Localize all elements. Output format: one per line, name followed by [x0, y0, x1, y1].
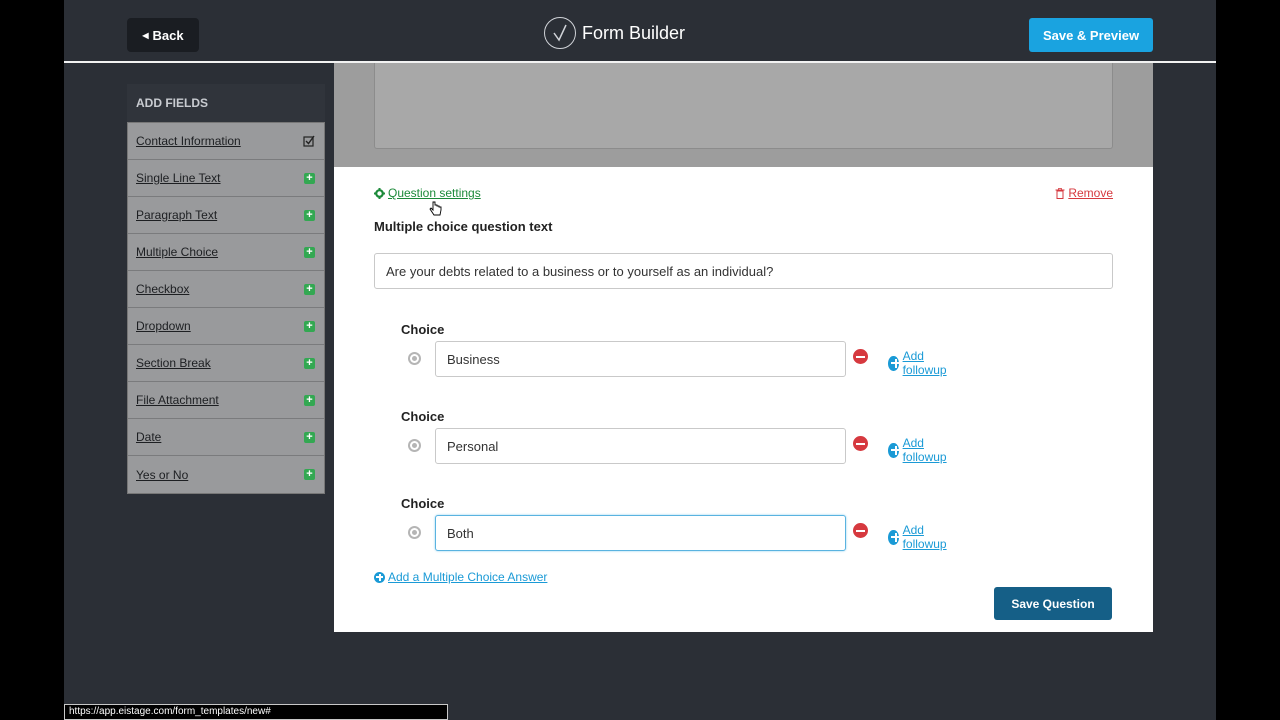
add-followup-link[interactable]: Add followup [888, 436, 951, 464]
sidebar-item-single-line-text[interactable]: Single Line Text + [128, 160, 324, 197]
sidebar-item-label: File Attachment [136, 393, 219, 407]
sidebar-item-checkbox[interactable]: Checkbox + [128, 271, 324, 308]
remove-label: Remove [1068, 186, 1113, 200]
choice-block: Choice Add followup [401, 409, 947, 464]
add-answer-label: Add a Multiple Choice Answer [388, 570, 548, 584]
question-settings-link[interactable]: Question settings [374, 186, 481, 200]
top-header: ◀ Back Form Builder Save & Preview [64, 0, 1216, 63]
title-area: Form Builder [544, 16, 685, 50]
sidebar-item-dropdown[interactable]: Dropdown + [128, 308, 324, 345]
app-window: ◀ Back Form Builder Save & Preview ADD F… [64, 0, 1216, 720]
trash-icon [1055, 187, 1065, 199]
field-list: Contact Information Single Line Text + P… [127, 122, 325, 494]
choice-block: Choice Add followup [401, 322, 947, 377]
sidebar-item-label: Dropdown [136, 319, 191, 333]
plus-icon: + [304, 209, 315, 221]
plus-icon: + [304, 469, 315, 480]
sidebar-item-label: Single Line Text [136, 171, 221, 185]
remove-choice-icon[interactable] [853, 436, 868, 451]
sidebar-heading: ADD FIELDS [127, 84, 325, 122]
add-followup-link[interactable]: Add followup [888, 523, 951, 551]
radio-icon [408, 352, 421, 365]
radio-icon [408, 526, 421, 539]
sidebar-item-contact-information[interactable]: Contact Information [128, 123, 324, 160]
sidebar-item-label: Paragraph Text [136, 208, 218, 222]
remove-choice-icon[interactable] [853, 523, 868, 538]
question-settings-label: Question settings [388, 186, 481, 200]
gear-icon [374, 187, 385, 199]
sidebar-item-label: Section Break [136, 356, 211, 370]
choice-input[interactable] [435, 341, 846, 377]
plus-icon: + [304, 431, 315, 443]
sidebar-item-yes-or-no[interactable]: Yes or No + [128, 456, 324, 493]
sidebar-item-multiple-choice[interactable]: Multiple Choice + [128, 234, 324, 271]
plus-icon: + [304, 246, 315, 258]
previous-field-preview [334, 63, 1153, 167]
choice-row: Add followup [401, 341, 947, 377]
plus-icon: + [304, 283, 315, 295]
caret-left-icon: ◀ [142, 30, 149, 40]
choice-input[interactable] [435, 428, 846, 464]
question-text-label: Multiple choice question text [374, 219, 553, 234]
question-text-input[interactable] [374, 253, 1113, 289]
plus-circle-icon [888, 442, 900, 458]
radio-icon [408, 439, 421, 452]
add-followup-label: Add followup [902, 436, 947, 464]
plus-circle-icon [888, 529, 900, 545]
choice-label: Choice [401, 322, 445, 337]
sidebar-item-label: Date [136, 430, 162, 444]
plus-icon: + [304, 320, 315, 332]
plus-circle-icon [888, 355, 900, 371]
add-followup-label: Add followup [902, 349, 947, 377]
plus-icon: + [304, 394, 315, 406]
checkmark-logo-icon [544, 17, 576, 49]
remove-choice-icon[interactable] [853, 349, 868, 364]
previous-field-box [374, 63, 1113, 149]
add-followup-label: Add followup [902, 523, 947, 551]
plus-icon: + [304, 172, 315, 184]
choice-label: Choice [401, 496, 445, 511]
check-square-icon [303, 135, 315, 147]
remove-link[interactable]: Remove [1055, 186, 1113, 200]
choice-row: Add followup [401, 428, 947, 464]
sidebar-item-date[interactable]: Date + [128, 419, 324, 456]
add-multiple-choice-answer-link[interactable]: Add a Multiple Choice Answer [374, 570, 547, 584]
save-question-button[interactable]: Save Question [994, 587, 1112, 620]
sidebar-item-label: Multiple Choice [136, 245, 219, 259]
sidebar-item-label: Yes or No [136, 467, 189, 482]
choice-block: Choice Add followup [401, 496, 947, 551]
sidebar-item-section-break[interactable]: Section Break + [128, 345, 324, 382]
plus-circle-icon [374, 571, 385, 583]
status-bar-url: https://app.eistage.com/form_templates/n… [64, 704, 448, 720]
sidebar-item-file-attachment[interactable]: File Attachment + [128, 382, 324, 419]
sidebar-item-label: Checkbox [136, 282, 190, 296]
choice-row: Add followup [401, 515, 947, 551]
back-button-label: Back [152, 27, 184, 43]
add-followup-link[interactable]: Add followup [888, 349, 951, 377]
back-button[interactable]: ◀ Back [127, 18, 199, 52]
add-fields-sidebar: ADD FIELDS Contact Information Single Li… [127, 84, 325, 494]
question-editor: Question settings Remove Multiple choice… [334, 63, 1153, 632]
sidebar-item-paragraph-text[interactable]: Paragraph Text + [128, 197, 324, 234]
hand-cursor-icon [429, 201, 442, 216]
save-preview-button[interactable]: Save & Preview [1029, 18, 1153, 52]
page-title: Form Builder [582, 22, 686, 43]
choice-input[interactable] [435, 515, 846, 551]
plus-icon: + [304, 357, 315, 369]
sidebar-item-label: Contact Information [136, 134, 241, 148]
choice-label: Choice [401, 409, 445, 424]
